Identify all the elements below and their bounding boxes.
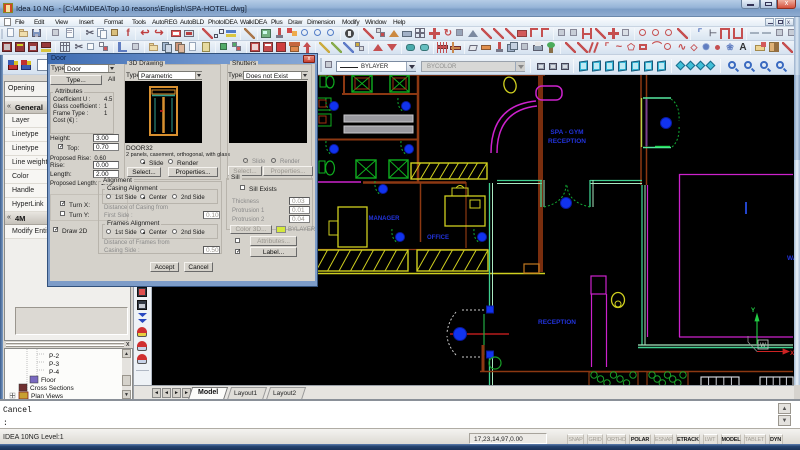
svg-text:WAR: WAR bbox=[787, 255, 794, 262]
svg-text:RECEPTION: RECEPTION bbox=[548, 138, 586, 145]
svg-text:P-2: P-2 bbox=[49, 353, 60, 360]
svg-text:MANAGER: MANAGER bbox=[369, 216, 401, 222]
svg-text:P-3: P-3 bbox=[49, 361, 60, 368]
svg-text:Y: Y bbox=[751, 307, 756, 314]
svg-text:P-4: P-4 bbox=[49, 369, 60, 376]
svg-text:W: W bbox=[760, 343, 766, 349]
svg-text:Floor: Floor bbox=[41, 377, 57, 384]
svg-text:OFFICE: OFFICE bbox=[427, 235, 449, 241]
svg-text:RECEPTION: RECEPTION bbox=[538, 319, 576, 326]
svg-text:SPA - GYM: SPA - GYM bbox=[550, 129, 583, 136]
svg-text:Cross Sections: Cross Sections bbox=[30, 385, 74, 392]
svg-text:X: X bbox=[790, 350, 794, 357]
